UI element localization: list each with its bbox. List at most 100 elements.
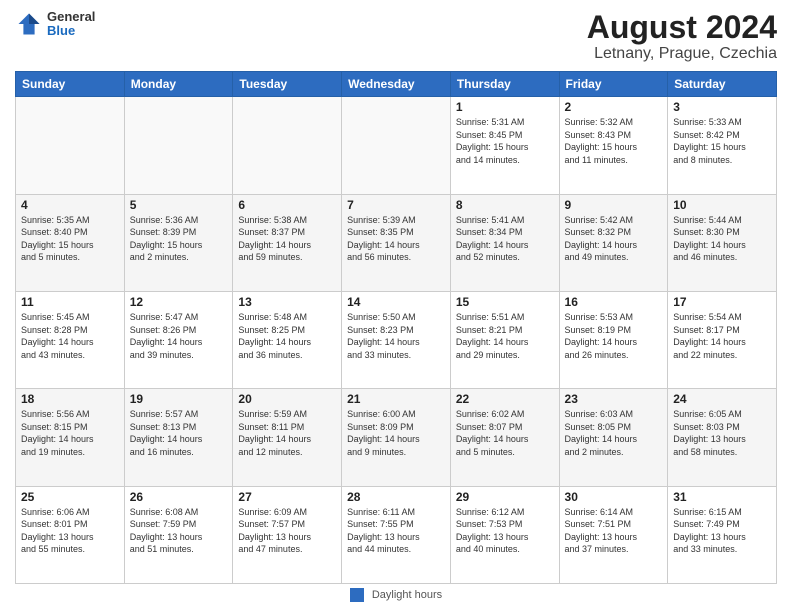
day-number: 3 bbox=[673, 100, 771, 114]
footer-label: Daylight hours bbox=[372, 589, 442, 601]
day-number: 22 bbox=[456, 392, 554, 406]
day-info: Sunrise: 5:48 AM Sunset: 8:25 PM Dayligh… bbox=[238, 311, 336, 361]
title-block: August 2024 Letnany, Prague, Czechia bbox=[587, 10, 777, 63]
day-info: Sunrise: 6:09 AM Sunset: 7:57 PM Dayligh… bbox=[238, 506, 336, 556]
day-info: Sunrise: 5:41 AM Sunset: 8:34 PM Dayligh… bbox=[456, 214, 554, 264]
day-number: 15 bbox=[456, 295, 554, 309]
calendar-cell: 23Sunrise: 6:03 AM Sunset: 8:05 PM Dayli… bbox=[559, 389, 668, 486]
calendar-cell: 19 Sunrise: 5:57 AM Sunset: 8:13 PM Dayli… bbox=[124, 389, 233, 486]
daylight-swatch bbox=[350, 588, 364, 602]
calendar-header-row: Sunday Monday Tuesday Wednesday Thursday… bbox=[16, 72, 777, 97]
day-number: 20 bbox=[238, 392, 336, 406]
day-info: Sunrise: 6:14 AM Sunset: 7:51 PM Dayligh… bbox=[565, 506, 663, 556]
day-info: Sunrise: 5:57 AM Sunset: 8:13 PM Dayligh… bbox=[130, 408, 228, 458]
day-info: Sunrise: 5:32 AM Sunset: 8:43 PM Dayligh… bbox=[565, 116, 663, 166]
day-number: 5 bbox=[130, 198, 228, 212]
col-sunday: Sunday bbox=[16, 72, 125, 97]
day-number: 6 bbox=[238, 198, 336, 212]
logo-blue: Blue bbox=[47, 24, 95, 38]
calendar-cell bbox=[342, 97, 451, 194]
day-number: 13 bbox=[238, 295, 336, 309]
day-info: Sunrise: 5:44 AM Sunset: 8:30 PM Dayligh… bbox=[673, 214, 771, 264]
day-info: Sunrise: 5:39 AM Sunset: 8:35 PM Dayligh… bbox=[347, 214, 445, 264]
day-number: 18 bbox=[21, 392, 119, 406]
calendar-cell: 31Sunrise: 6:15 AM Sunset: 7:49 PM Dayli… bbox=[668, 486, 777, 583]
day-info: Sunrise: 6:08 AM Sunset: 7:59 PM Dayligh… bbox=[130, 506, 228, 556]
logo-general: General bbox=[47, 10, 95, 24]
col-tuesday: Tuesday bbox=[233, 72, 342, 97]
calendar-cell: 24Sunrise: 6:05 AM Sunset: 8:03 PM Dayli… bbox=[668, 389, 777, 486]
day-number: 2 bbox=[565, 100, 663, 114]
calendar-cell bbox=[16, 97, 125, 194]
logo-text: General Blue bbox=[47, 10, 95, 39]
day-info: Sunrise: 5:42 AM Sunset: 8:32 PM Dayligh… bbox=[565, 214, 663, 264]
calendar-cell bbox=[233, 97, 342, 194]
week-row-2: 4Sunrise: 5:35 AM Sunset: 8:40 PM Daylig… bbox=[16, 194, 777, 291]
logo: General Blue bbox=[15, 10, 95, 39]
calendar-cell: 15 Sunrise: 5:51 AM Sunset: 8:21 PM Dayli… bbox=[450, 291, 559, 388]
day-number: 19 bbox=[130, 392, 228, 406]
calendar-cell: 6Sunrise: 5:38 AM Sunset: 8:37 PM Daylig… bbox=[233, 194, 342, 291]
day-info: Sunrise: 6:15 AM Sunset: 7:49 PM Dayligh… bbox=[673, 506, 771, 556]
calendar-subtitle: Letnany, Prague, Czechia bbox=[587, 45, 777, 63]
calendar-title: August 2024 bbox=[587, 10, 777, 45]
calendar-table: Sunday Monday Tuesday Wednesday Thursday… bbox=[15, 71, 777, 584]
day-number: 16 bbox=[565, 295, 663, 309]
day-info: Sunrise: 5:59 AM Sunset: 8:11 PM Dayligh… bbox=[238, 408, 336, 458]
day-number: 25 bbox=[21, 490, 119, 504]
day-number: 4 bbox=[21, 198, 119, 212]
day-info: Sunrise: 5:50 AM Sunset: 8:23 PM Dayligh… bbox=[347, 311, 445, 361]
col-saturday: Saturday bbox=[668, 72, 777, 97]
week-row-1: 1 Sunrise: 5:31 AM Sunset: 8:45 PM Daylig… bbox=[16, 97, 777, 194]
day-info: Sunrise: 6:00 AM Sunset: 8:09 PM Dayligh… bbox=[347, 408, 445, 458]
calendar-cell: 13 Sunrise: 5:48 AM Sunset: 8:25 PM Dayli… bbox=[233, 291, 342, 388]
day-number: 17 bbox=[673, 295, 771, 309]
calendar-cell: 12Sunrise: 5:47 AM Sunset: 8:26 PM Dayli… bbox=[124, 291, 233, 388]
calendar-cell: 18 Sunrise: 5:56 AM Sunset: 8:15 PM Dayli… bbox=[16, 389, 125, 486]
calendar-cell: 26Sunrise: 6:08 AM Sunset: 7:59 PM Dayli… bbox=[124, 486, 233, 583]
week-row-5: 25 Sunrise: 6:06 AM Sunset: 8:01 PM Dayli… bbox=[16, 486, 777, 583]
calendar-cell: 5 Sunrise: 5:36 AM Sunset: 8:39 PM Daylig… bbox=[124, 194, 233, 291]
col-friday: Friday bbox=[559, 72, 668, 97]
day-info: Sunrise: 5:45 AM Sunset: 8:28 PM Dayligh… bbox=[21, 311, 119, 361]
day-number: 9 bbox=[565, 198, 663, 212]
day-info: Sunrise: 6:03 AM Sunset: 8:05 PM Dayligh… bbox=[565, 408, 663, 458]
calendar-cell: 1 Sunrise: 5:31 AM Sunset: 8:45 PM Daylig… bbox=[450, 97, 559, 194]
calendar-cell: 7 Sunrise: 5:39 AM Sunset: 8:35 PM Daylig… bbox=[342, 194, 451, 291]
calendar-cell: 28Sunrise: 6:11 AM Sunset: 7:55 PM Dayli… bbox=[342, 486, 451, 583]
calendar-cell: 25 Sunrise: 6:06 AM Sunset: 8:01 PM Dayli… bbox=[16, 486, 125, 583]
calendar-cell: 3Sunrise: 5:33 AM Sunset: 8:42 PM Daylig… bbox=[668, 97, 777, 194]
day-number: 27 bbox=[238, 490, 336, 504]
day-info: Sunrise: 5:36 AM Sunset: 8:39 PM Dayligh… bbox=[130, 214, 228, 264]
calendar-cell: 2 Sunrise: 5:32 AM Sunset: 8:43 PM Daylig… bbox=[559, 97, 668, 194]
header: General Blue August 2024 Letnany, Prague… bbox=[15, 10, 777, 63]
day-info: Sunrise: 5:56 AM Sunset: 8:15 PM Dayligh… bbox=[21, 408, 119, 458]
day-number: 11 bbox=[21, 295, 119, 309]
logo-icon bbox=[15, 10, 43, 38]
day-number: 1 bbox=[456, 100, 554, 114]
day-number: 29 bbox=[456, 490, 554, 504]
week-row-4: 18 Sunrise: 5:56 AM Sunset: 8:15 PM Dayli… bbox=[16, 389, 777, 486]
day-info: Sunrise: 5:47 AM Sunset: 8:26 PM Dayligh… bbox=[130, 311, 228, 361]
calendar-cell: 27 Sunrise: 6:09 AM Sunset: 7:57 PM Dayli… bbox=[233, 486, 342, 583]
calendar-cell: 10 Sunrise: 5:44 AM Sunset: 8:30 PM Dayli… bbox=[668, 194, 777, 291]
calendar-cell: 17 Sunrise: 5:54 AM Sunset: 8:17 PM Dayli… bbox=[668, 291, 777, 388]
day-number: 7 bbox=[347, 198, 445, 212]
day-info: Sunrise: 5:54 AM Sunset: 8:17 PM Dayligh… bbox=[673, 311, 771, 361]
day-info: Sunrise: 6:06 AM Sunset: 8:01 PM Dayligh… bbox=[21, 506, 119, 556]
day-number: 14 bbox=[347, 295, 445, 309]
footer: Daylight hours bbox=[15, 588, 777, 602]
day-number: 24 bbox=[673, 392, 771, 406]
day-info: Sunrise: 6:02 AM Sunset: 8:07 PM Dayligh… bbox=[456, 408, 554, 458]
day-number: 21 bbox=[347, 392, 445, 406]
calendar-cell: 9 Sunrise: 5:42 AM Sunset: 8:32 PM Daylig… bbox=[559, 194, 668, 291]
page: General Blue August 2024 Letnany, Prague… bbox=[0, 0, 792, 612]
day-info: Sunrise: 5:51 AM Sunset: 8:21 PM Dayligh… bbox=[456, 311, 554, 361]
calendar-cell: 14 Sunrise: 5:50 AM Sunset: 8:23 PM Dayli… bbox=[342, 291, 451, 388]
calendar-cell: 29Sunrise: 6:12 AM Sunset: 7:53 PM Dayli… bbox=[450, 486, 559, 583]
calendar-cell bbox=[124, 97, 233, 194]
day-info: Sunrise: 6:11 AM Sunset: 7:55 PM Dayligh… bbox=[347, 506, 445, 556]
calendar-cell: 8Sunrise: 5:41 AM Sunset: 8:34 PM Daylig… bbox=[450, 194, 559, 291]
day-number: 10 bbox=[673, 198, 771, 212]
day-info: Sunrise: 5:31 AM Sunset: 8:45 PM Dayligh… bbox=[456, 116, 554, 166]
